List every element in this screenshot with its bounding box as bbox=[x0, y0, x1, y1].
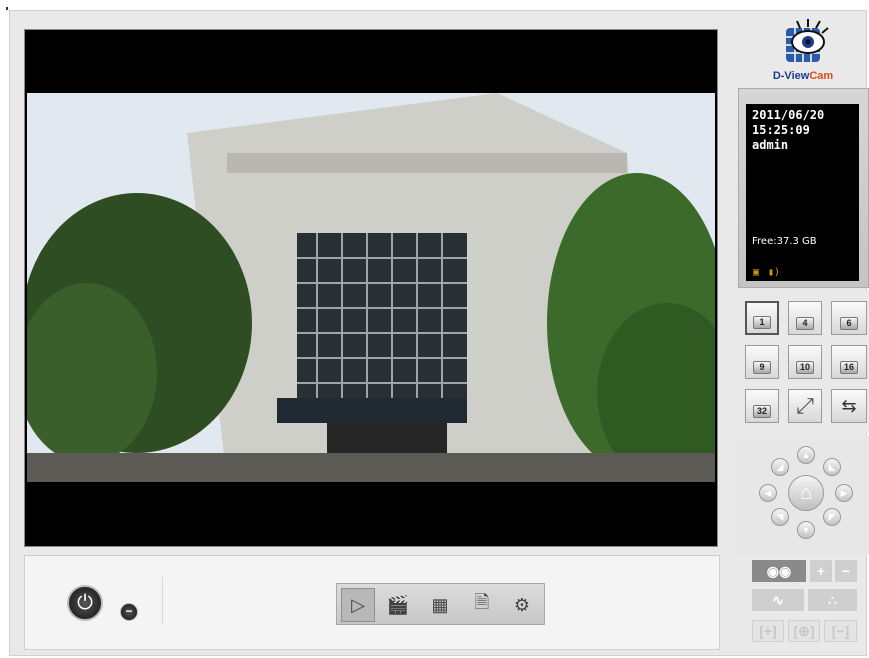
schedule-icon: ▦ bbox=[431, 594, 449, 615]
layout-1-button[interactable]: 1 bbox=[745, 301, 779, 335]
layout-10-button[interactable]: 10 bbox=[788, 345, 822, 379]
focus-far-button[interactable]: [−] bbox=[824, 620, 857, 642]
settings-button[interactable]: ⚙ bbox=[505, 588, 539, 622]
main-toolbar: ▷ 🎬 ▦ 🗎 ⚙ bbox=[336, 583, 545, 625]
arrow-left-icon: ◀ bbox=[764, 487, 772, 498]
focus-far-icon: [−] bbox=[831, 623, 850, 639]
zoom-in-button[interactable]: + bbox=[810, 560, 832, 582]
home-icon: ⌂ bbox=[799, 481, 813, 504]
ptz-up-button[interactable]: ▲ bbox=[797, 446, 815, 464]
binoculars-button[interactable]: ◉◉ bbox=[752, 560, 806, 582]
brand-name: D-ViewCam bbox=[772, 70, 834, 82]
playback-icon: ▷ bbox=[351, 594, 365, 615]
ptz-down-left-button[interactable]: ◥ bbox=[771, 508, 789, 526]
layout-32-label: 32 bbox=[753, 405, 771, 418]
camera-feed-scene bbox=[17, 93, 737, 483]
arrow-up-left-icon: ◢ bbox=[776, 461, 784, 472]
focus-near-icon: [+] bbox=[759, 623, 777, 639]
d-viewcam-logo: D-ViewCam bbox=[760, 18, 846, 86]
playback-button[interactable]: ▷ bbox=[341, 588, 375, 622]
layout-10-label: 10 bbox=[796, 361, 814, 374]
zoom-out-button[interactable]: − bbox=[835, 560, 857, 582]
corner-mark bbox=[6, 7, 8, 10]
binoculars-icon: ◉◉ bbox=[766, 562, 792, 579]
layout-9-button[interactable]: 9 bbox=[745, 345, 779, 379]
audio-status-icon: ▮) bbox=[768, 267, 781, 278]
arrow-down-left-icon: ◥ bbox=[776, 511, 784, 522]
gear-icon: ⚙ bbox=[513, 594, 531, 615]
patrol-button[interactable]: ∿ bbox=[752, 589, 804, 611]
layout-32-button[interactable]: 32 bbox=[745, 389, 779, 423]
layout-16-button[interactable]: 16 bbox=[831, 345, 867, 379]
ptz-up-right-button[interactable]: ◣ bbox=[823, 458, 841, 476]
ptz-down-button[interactable]: ▼ bbox=[797, 521, 815, 539]
layout-4-button[interactable]: 4 bbox=[788, 301, 822, 335]
layout-6-label: 6 bbox=[840, 317, 858, 330]
free-space-label: Free:37.3 GB bbox=[752, 236, 817, 247]
swap-icon: ⇆ bbox=[841, 395, 857, 416]
layout-16-label: 16 bbox=[840, 361, 858, 374]
layout-1-label: 1 bbox=[753, 316, 771, 329]
minimize-button[interactable]: − bbox=[120, 603, 138, 621]
fullscreen-button[interactable]: ⤢ bbox=[788, 389, 822, 423]
camera-feed-image bbox=[17, 93, 737, 483]
ptz-home-button[interactable]: ⌂ bbox=[788, 475, 824, 511]
preset-points-icon: ∴ bbox=[828, 591, 837, 608]
status-display: 2011/06/20 15:25:09 admin Free:37.3 GB ▣… bbox=[746, 104, 859, 281]
auto-focus-button[interactable]: [⊕] bbox=[788, 620, 820, 642]
minus-icon: − bbox=[841, 563, 851, 579]
arrow-right-icon: ▶ bbox=[840, 487, 848, 498]
status-time: 15:25:09 bbox=[752, 123, 810, 137]
recording-status-icon: ▣ bbox=[753, 267, 760, 278]
swap-view-button[interactable]: ⇆ bbox=[831, 389, 867, 423]
layout-4-label: 4 bbox=[796, 317, 814, 330]
focus-near-button[interactable]: [+] bbox=[752, 620, 784, 642]
patrol-path-icon: ∿ bbox=[772, 591, 784, 608]
arrow-down-icon: ▼ bbox=[801, 525, 811, 535]
arrow-up-right-icon: ◣ bbox=[828, 461, 836, 472]
document-icon: 🗎 bbox=[474, 592, 490, 612]
ptz-right-button[interactable]: ▶ bbox=[835, 484, 853, 502]
arrow-down-right-icon: ◤ bbox=[828, 511, 836, 522]
minus-circle-icon: − bbox=[125, 604, 133, 618]
fullscreen-icon: ⤢ bbox=[796, 393, 814, 418]
eye-logo-icon bbox=[786, 19, 829, 62]
clapperboard-icon: 🎬 bbox=[386, 594, 410, 615]
ptz-left-button[interactable]: ◀ bbox=[759, 484, 777, 502]
log-button[interactable]: 🗎 bbox=[465, 588, 499, 622]
ptz-down-right-button[interactable]: ◤ bbox=[823, 508, 841, 526]
power-button[interactable]: ⏻ bbox=[67, 585, 103, 621]
auto-focus-icon: [⊕] bbox=[793, 622, 815, 639]
live-video-view[interactable] bbox=[17, 29, 737, 547]
power-icon: ⏻ bbox=[77, 591, 93, 614]
schedule-button[interactable]: ▦ bbox=[423, 588, 457, 622]
layout-6-button[interactable]: 6 bbox=[831, 301, 867, 335]
status-user: admin bbox=[752, 138, 789, 152]
ptz-up-left-button[interactable]: ◢ bbox=[771, 458, 789, 476]
plus-icon: + bbox=[816, 563, 826, 579]
status-date: 2011/06/20 bbox=[752, 108, 825, 122]
status-text: 2011/06/20 15:25:09 admin bbox=[752, 108, 824, 153]
preset-points-button[interactable]: ∴ bbox=[808, 589, 857, 611]
divider bbox=[162, 577, 163, 625]
arrow-up-icon: ▲ bbox=[801, 450, 811, 460]
layout-9-label: 9 bbox=[753, 361, 771, 374]
recording-button[interactable]: 🎬 bbox=[381, 588, 415, 622]
